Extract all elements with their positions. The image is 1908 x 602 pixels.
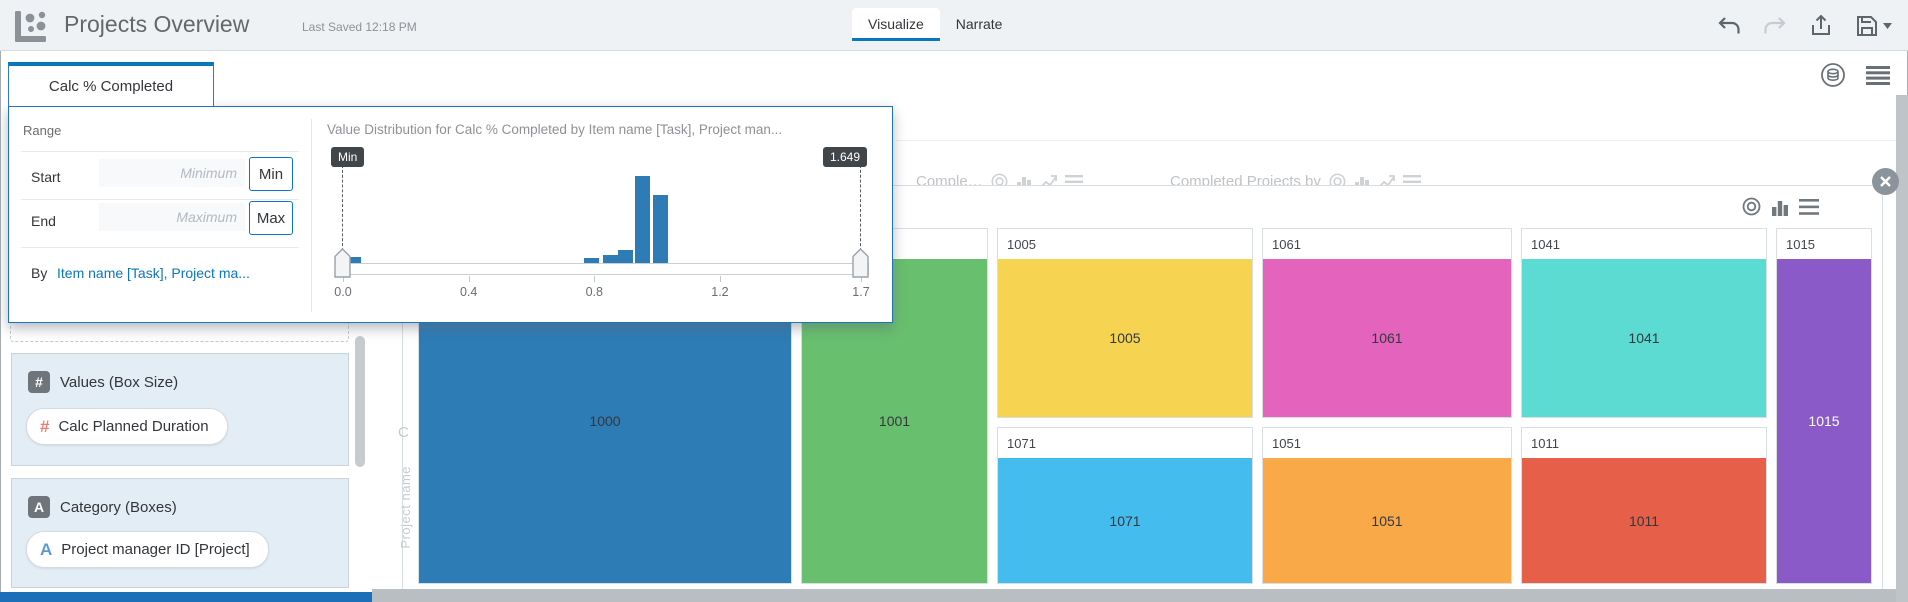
chip-label: Calc Planned Duration	[58, 418, 209, 435]
measure-icon: #	[40, 416, 50, 436]
filter-popup: Range Start Min End Max By Item name [Ta…	[8, 106, 893, 323]
close-icon[interactable]	[1872, 168, 1899, 195]
builder-scrollbar[interactable]	[355, 336, 365, 467]
box-value-label: 1051	[1371, 512, 1403, 529]
outline-menu-icon[interactable]	[1866, 65, 1890, 85]
section-label: Category (Boxes)	[60, 498, 177, 516]
app-window: Projects Overview Last Saved 12:18 PM Vi…	[0, 0, 1908, 602]
section-label: Values (Box Size)	[60, 373, 179, 391]
range-slider-track[interactable]	[335, 263, 869, 275]
box-value-label: 1015	[1808, 413, 1840, 429]
canvas-lane-divider	[896, 140, 1896, 141]
box-header-label: 1051	[1272, 436, 1301, 451]
slider-right-handle[interactable]	[852, 248, 869, 278]
save-button[interactable]	[1855, 14, 1892, 38]
save-icon	[1857, 16, 1877, 36]
treemap-box-1011[interactable]: 1011 1011	[1521, 427, 1767, 584]
hash-icon: #	[28, 371, 50, 393]
box-value-label: 1041	[1628, 330, 1660, 346]
treemap-box-1041[interactable]: 1041 1041	[1521, 228, 1767, 418]
chip-label: Project manager ID [Project]	[61, 541, 250, 558]
box-header-label: 1041	[1531, 237, 1560, 252]
slider-max-tooltip: 1.649	[822, 147, 867, 167]
undo-icon[interactable]	[1717, 15, 1741, 37]
menu-icon[interactable]	[1799, 198, 1819, 215]
slider-min-tooltip: Min	[331, 147, 365, 167]
app-header: Projects Overview Last Saved 12:18 PM Vi…	[0, 0, 1908, 51]
dimension-chip[interactable]: A Project manager ID [Project]	[26, 531, 269, 568]
vertical-scrollbar[interactable]	[1896, 95, 1908, 602]
mode-tabs: Visualize Narrate	[852, 8, 1018, 48]
box-header-label: 1005	[1007, 237, 1036, 252]
axis-text-fragment: C	[398, 424, 409, 441]
save-dropdown-caret-icon	[1883, 23, 1892, 29]
histogram-bars	[9, 107, 894, 263]
box-value-label: 1071	[1109, 512, 1141, 529]
treemap-box-1061[interactable]: 1061 1061	[1262, 228, 1512, 418]
app-logo-icon	[13, 8, 51, 44]
export-icon[interactable]	[1809, 14, 1833, 38]
box-header-label: 1015	[1786, 237, 1815, 252]
last-saved-status: Last Saved 12:18 PM	[302, 20, 417, 34]
measure-chip[interactable]: # Calc Planned Duration	[26, 408, 228, 445]
tab-visualize[interactable]: Visualize	[852, 8, 940, 41]
story-title: Projects Overview	[64, 11, 250, 37]
histogram-axis: 0.0 0.4 0.8 1.2 1.7	[9, 276, 894, 316]
box-value-label: 1061	[1371, 330, 1403, 346]
box-header-label: 1011	[1531, 436, 1559, 451]
box-value-label: 1005	[1109, 330, 1141, 346]
treemap-box-1051[interactable]: 1051 1051	[1262, 427, 1512, 584]
redo-icon	[1763, 15, 1787, 37]
slider-left-handle[interactable]	[334, 248, 351, 278]
box-header-label: 1061	[1272, 237, 1301, 252]
slider-left-guide	[342, 165, 343, 251]
box-header-label: 1071	[1007, 436, 1036, 451]
bullseye-icon[interactable]	[1742, 197, 1761, 216]
horizontal-scrollbar[interactable]	[372, 589, 1896, 602]
filter-tab-calc-percent-completed[interactable]: Calc % Completed	[8, 62, 214, 106]
builder-panel-bottom-border	[0, 592, 372, 602]
treemap-box-1005[interactable]: 1005 1005	[997, 228, 1253, 418]
treemap-box-1071[interactable]: 1071 1071	[997, 427, 1253, 584]
category-boxes-section: A Category (Boxes) A Project manager ID …	[11, 478, 349, 588]
data-source-icon[interactable]	[1820, 62, 1846, 88]
bar-chart-icon[interactable]	[1771, 198, 1789, 216]
values-box-size-section: # Values (Box Size) # Calc Planned Durat…	[11, 353, 349, 466]
box-value-label: 1011	[1628, 512, 1660, 529]
slider-right-guide	[860, 165, 861, 251]
box-value-label: 1001	[878, 413, 911, 429]
letter-a-icon: A	[28, 496, 50, 518]
dimension-icon: A	[40, 539, 53, 559]
box-value-label: 1000	[589, 413, 621, 429]
treemap-y-axis-label: Project name	[398, 466, 413, 549]
treemap-box-1015[interactable]: 1015 1015	[1776, 228, 1872, 584]
tab-narrate[interactable]: Narrate	[940, 8, 1019, 38]
